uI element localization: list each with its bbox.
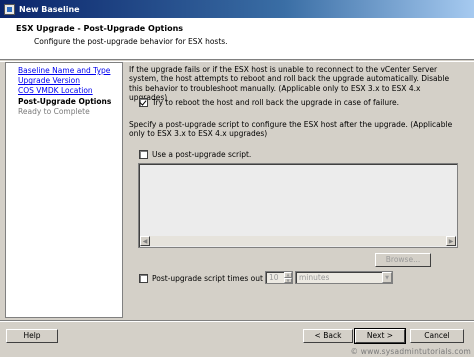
spin-down-icon[interactable]: ▼	[284, 277, 292, 283]
page-subtitle: Configure the post-upgrade behavior for …	[34, 37, 228, 46]
use-script-checkbox-label[interactable]: Use a post-upgrade script.	[152, 150, 251, 159]
cancel-button[interactable]: Cancel	[410, 329, 464, 343]
options-panel: If the upgrade fails or if the ESX host …	[129, 62, 469, 318]
timeout-value-stepper[interactable]: 10 ▲ ▼	[265, 271, 293, 284]
scroll-track[interactable]	[150, 236, 446, 246]
app-icon	[4, 3, 15, 15]
chevron-down-icon[interactable]: ▼	[382, 272, 392, 283]
use-script-checkbox[interactable]	[139, 150, 148, 159]
help-button[interactable]: Help	[6, 329, 58, 343]
wizard-header: ESX Upgrade - Post-Upgrade Options Confi…	[0, 18, 474, 60]
rollback-checkbox[interactable]	[139, 98, 148, 107]
timeout-unit-select[interactable]: minutes ▼	[295, 271, 393, 284]
rollback-description: If the upgrade fails or if the ESX host …	[129, 65, 450, 103]
footer-divider	[0, 320, 474, 322]
horizontal-scrollbar[interactable]: ◀ ▶	[140, 236, 456, 246]
window-title: New Baseline	[19, 4, 80, 14]
scroll-right-icon[interactable]: ▶	[446, 236, 456, 246]
wizard-steps-nav: Baseline Name and Type Upgrade Version C…	[5, 62, 123, 318]
back-button[interactable]: < Back	[303, 329, 353, 343]
browse-button[interactable]: Browse...	[375, 253, 431, 267]
timeout-value: 10	[269, 273, 279, 282]
script-description: Specify a post-upgrade script to configu…	[129, 120, 453, 139]
nav-step-cos-vmdk-location[interactable]: COS VMDK Location	[18, 86, 122, 96]
watermark-text: © www.sysadmintutorials.com	[350, 347, 471, 356]
next-button[interactable]: Next >	[354, 328, 406, 344]
nav-step-baseline-name[interactable]: Baseline Name and Type	[18, 66, 122, 76]
title-bar: New Baseline	[0, 0, 474, 18]
nav-step-upgrade-version[interactable]: Upgrade Version	[18, 76, 122, 86]
timeout-unit-value: minutes	[299, 273, 330, 282]
timeout-checkbox[interactable]	[139, 274, 148, 283]
scroll-left-icon[interactable]: ◀	[140, 236, 150, 246]
nav-step-post-upgrade-options: Post-Upgrade Options	[18, 96, 112, 106]
script-textarea[interactable]: ◀ ▶	[138, 163, 458, 248]
page-title: ESX Upgrade - Post-Upgrade Options	[16, 24, 184, 33]
rollback-checkbox-label[interactable]: Try to reboot the host and roll back the…	[152, 98, 399, 107]
nav-step-ready-to-complete: Ready to Complete	[18, 106, 90, 116]
